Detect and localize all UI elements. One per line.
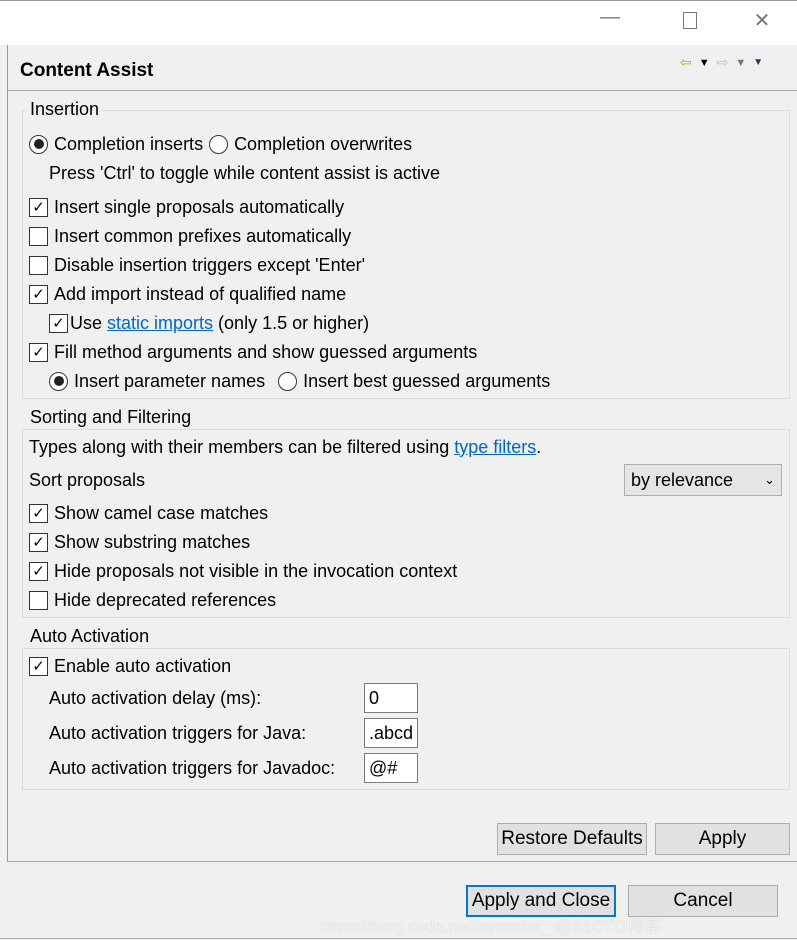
- delay-input[interactable]: [364, 683, 418, 713]
- camel-label: Show camel case matches: [54, 502, 269, 523]
- apply-button[interactable]: Apply: [655, 823, 790, 855]
- close-icon[interactable]: ✕: [747, 8, 777, 34]
- filter-desc: Types along with their members can be fi…: [29, 436, 455, 457]
- substring-label: Show substring matches: [54, 531, 251, 552]
- insert-single-label: Insert single proposals automatically: [54, 196, 345, 217]
- use-static-suffix: (only 1.5 or higher): [213, 312, 370, 333]
- static-imports-link[interactable]: static imports: [107, 313, 213, 334]
- fill-args-label: Fill method arguments and show guessed a…: [54, 341, 478, 362]
- sort-value: by relevance: [631, 469, 734, 490]
- hide-invisible-checkbox[interactable]: ✓: [29, 561, 48, 581]
- substring-checkbox[interactable]: ✓: [29, 532, 48, 552]
- param-names-radio[interactable]: [49, 371, 68, 391]
- chevron-down-icon: ⌄: [764, 472, 775, 487]
- hide-deprecated-checkbox[interactable]: [29, 590, 48, 610]
- java-triggers-label: Auto activation triggers for Java:: [49, 722, 307, 743]
- add-import-label: Add import instead of qualified name: [54, 283, 347, 304]
- watermark: https://blog.csdn.net/lannister_ @51CTO博…: [320, 917, 662, 936]
- forward-dropdown-icon[interactable]: ▼: [735, 57, 746, 69]
- sorting-title: Sorting and Filtering: [28, 407, 194, 428]
- sort-label: Sort proposals: [29, 469, 146, 490]
- insert-single-checkbox[interactable]: ✓: [29, 197, 48, 217]
- add-import-checkbox[interactable]: ✓: [29, 284, 48, 304]
- forward-arrow-icon[interactable]: ⇨: [717, 54, 729, 71]
- completion-inserts-label: Completion inserts: [54, 133, 204, 154]
- back-dropdown-icon[interactable]: ▼: [699, 57, 710, 69]
- camel-checkbox[interactable]: ✓: [29, 503, 48, 523]
- sort-proposals-select[interactable]: by relevance ⌄: [624, 464, 782, 496]
- enable-auto-checkbox[interactable]: ✓: [29, 656, 48, 676]
- disable-triggers-checkbox[interactable]: [29, 255, 48, 275]
- bottom-border: [0, 938, 797, 939]
- delay-label: Auto activation delay (ms):: [49, 687, 262, 708]
- hide-invisible-label: Hide proposals not visible in the invoca…: [54, 560, 458, 581]
- javadoc-triggers-label: Auto activation triggers for Javadoc:: [49, 757, 336, 778]
- fill-args-checkbox[interactable]: ✓: [29, 342, 48, 362]
- best-guessed-label: Insert best guessed arguments: [303, 370, 551, 391]
- type-filters-link[interactable]: type filters: [454, 437, 536, 458]
- hide-deprecated-label: Hide deprecated references: [54, 589, 277, 610]
- menu-dropdown-icon[interactable]: ▼: [753, 57, 763, 68]
- best-guessed-radio[interactable]: [278, 371, 298, 391]
- insertion-title: Insertion: [28, 99, 102, 120]
- page-title: Content Assist: [20, 60, 154, 81]
- disable-triggers-label: Disable insertion triggers except 'Enter…: [54, 254, 366, 275]
- javadoc-triggers-input[interactable]: [364, 753, 418, 783]
- completion-overwrites-radio[interactable]: [209, 134, 229, 154]
- auto-title: Auto Activation: [28, 626, 152, 647]
- enable-auto-label: Enable auto activation: [54, 655, 232, 676]
- restore-defaults-button[interactable]: Restore Defaults: [497, 823, 647, 855]
- back-arrow-icon[interactable]: ⇦: [680, 54, 692, 71]
- java-triggers-input[interactable]: [364, 718, 418, 748]
- maximize-icon[interactable]: [675, 10, 705, 36]
- insert-common-label: Insert common prefixes automatically: [54, 225, 352, 246]
- use-static-label: Use: [70, 312, 108, 333]
- completion-overwrites-label: Completion overwrites: [234, 133, 413, 154]
- divider: [8, 90, 797, 91]
- param-names-label: Insert parameter names: [74, 370, 266, 391]
- toggle-hint: Press 'Ctrl' to toggle while content ass…: [49, 162, 441, 183]
- filter-desc-end: .: [536, 436, 542, 457]
- use-static-checkbox[interactable]: ✓: [49, 313, 68, 333]
- completion-inserts-radio[interactable]: [29, 134, 48, 154]
- minimize-icon[interactable]: —: [595, 6, 625, 32]
- insert-common-checkbox[interactable]: [29, 226, 48, 246]
